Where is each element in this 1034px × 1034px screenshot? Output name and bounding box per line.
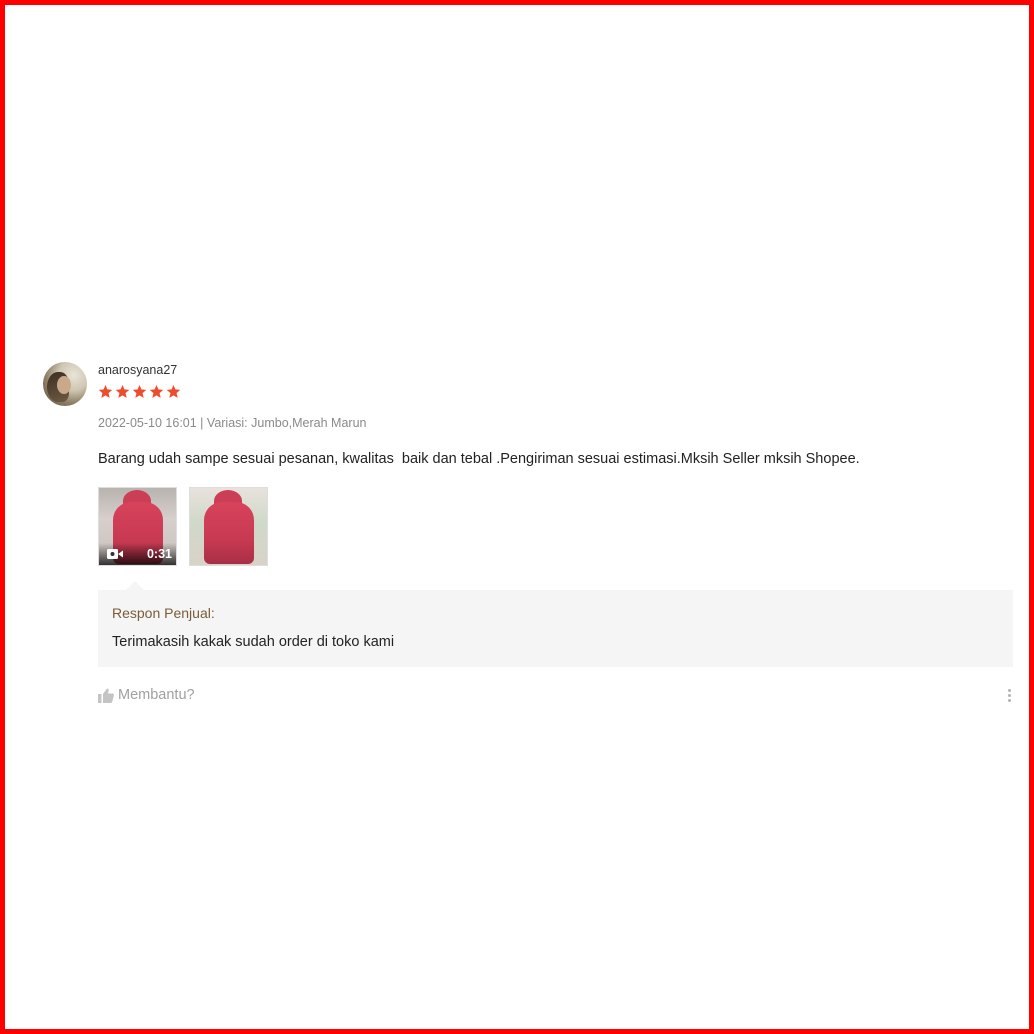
more-vertical-icon[interactable] (1005, 687, 1013, 707)
seller-response-title: Respon Penjual: (112, 605, 215, 621)
seller-response-text: Terimakasih kakak sudah order di toko ka… (112, 634, 395, 650)
star-icon (149, 384, 164, 398)
media-video-thumbnail[interactable]: 0:31 (98, 487, 177, 566)
review-media: 0:31 (98, 487, 1013, 566)
photo-raincoat (204, 502, 254, 564)
review-meta: 2022-05-10 16:01 | Variasi: Jumbo,Merah … (98, 415, 1013, 431)
review-date: 2022-05-10 16:01 (98, 416, 197, 430)
star-icon (98, 384, 113, 398)
video-overlay: 0:31 (99, 543, 176, 565)
helpful-label: Membantu? (118, 687, 195, 703)
variation-label: Variasi: (206, 416, 252, 430)
review-comment: Barang udah sampe sesuai pesanan, kwalit… (98, 451, 860, 467)
review-body: anarosyana27 2022-05-10 16:01 | Variasi:… (98, 361, 1013, 707)
reviewer-username[interactable]: anarosyana27 (98, 362, 1013, 378)
video-camera-icon (107, 549, 123, 559)
rating-stars (98, 384, 1013, 400)
media-image-thumbnail[interactable] (189, 487, 268, 566)
helpful-button[interactable]: Membantu? (98, 687, 1013, 703)
video-duration: 0:31 (146, 547, 172, 561)
star-icon (132, 384, 147, 398)
star-icon (166, 384, 181, 398)
star-icon (115, 384, 130, 398)
variation-value: Jumbo,Merah Marun (251, 416, 367, 430)
seller-response: Respon Penjual: Terimakasih kakak sudah … (98, 581, 1013, 667)
screenshot-frame: anarosyana27 2022-05-10 16:01 | Variasi:… (0, 0, 1034, 1034)
review-footer: Membantu? (98, 687, 1013, 707)
avatar[interactable] (43, 362, 87, 406)
thumbs-up-icon (98, 688, 114, 703)
meta-separator: | (196, 416, 207, 430)
avatar-face (57, 376, 71, 394)
